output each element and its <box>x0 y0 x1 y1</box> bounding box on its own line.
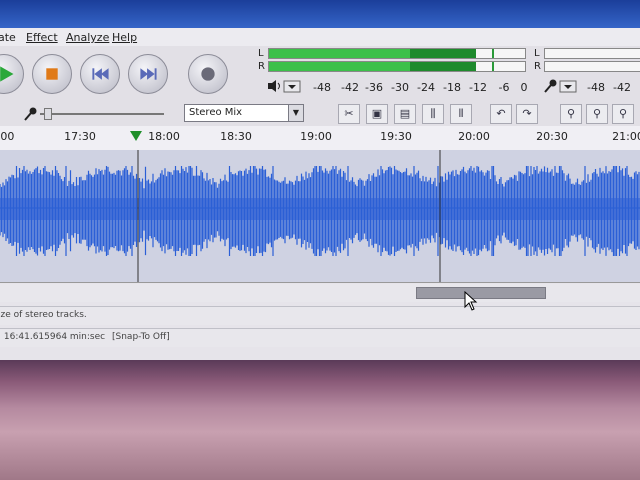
menu-analyze[interactable]: Analyze <box>66 31 109 44</box>
mouse-cursor-icon <box>464 291 478 311</box>
record-icon <box>201 67 215 81</box>
meter-left-bar <box>268 48 526 59</box>
audacity-window: ate Effect Analyze Help L R L R -48 -42 … <box>0 0 640 360</box>
meter-right-bar <box>268 61 526 72</box>
meter-tick-label: -24 <box>417 81 435 94</box>
horizontal-scrollbar[interactable] <box>0 284 640 302</box>
meter-tick-label: -30 <box>391 81 409 94</box>
stop-icon <box>46 68 58 80</box>
scissors-icon: ✂ <box>344 107 354 120</box>
zoom-in-icon: ⚲ <box>566 107 576 120</box>
trim-icon: ⫼ <box>430 107 436 120</box>
skip-start-icon <box>92 68 109 80</box>
timeline-tick-label: 21:00 <box>612 130 640 143</box>
record-meter-tick-label: -48 <box>587 81 605 94</box>
cursor-position: : 16:41.615964 min:sec <box>0 332 106 342</box>
play-button[interactable] <box>0 54 24 94</box>
input-source-value: Stereo Mix <box>189 107 243 118</box>
zoom-in-button[interactable]: ⚲ <box>560 104 582 124</box>
monitor-bezel-reflection <box>0 360 640 480</box>
menu-help[interactable]: Help <box>112 31 137 44</box>
meter2-left-label: L <box>534 48 540 59</box>
meter-tick-label: -36 <box>365 81 383 94</box>
paste-button[interactable]: ▤ <box>394 104 416 124</box>
audio-track[interactable] <box>0 150 640 283</box>
meter-tick-label: -18 <box>443 81 461 94</box>
play-position-marker-icon <box>130 131 142 141</box>
meter-tick-label: -6 <box>498 81 510 94</box>
meter-right-level <box>269 62 410 71</box>
meter2-right-label: R <box>534 61 541 72</box>
zoom-out-button[interactable]: ⚲ <box>586 104 608 124</box>
trim-outside-button[interactable]: ⫼ <box>422 104 444 124</box>
timeline-tick-label: 20:30 <box>536 130 568 143</box>
meter-left-level <box>269 49 410 58</box>
timeline-tick-label: 20:00 <box>458 130 490 143</box>
redo-button[interactable]: ↷ <box>516 104 538 124</box>
scrollbar-thumb[interactable] <box>416 287 546 299</box>
input-source-select[interactable]: Stereo Mix ▼ <box>184 104 304 122</box>
skip-end-icon <box>140 68 157 80</box>
status-message-bar: ize of stereo tracks. <box>0 306 640 325</box>
undo-icon: ↶ <box>496 107 506 120</box>
menu-create[interactable]: ate <box>0 31 16 44</box>
speaker-icon[interactable] <box>266 78 306 94</box>
meter-right-peak <box>491 62 494 71</box>
record-meter-right-bar <box>544 61 640 72</box>
silence-button[interactable]: ⫴ <box>450 104 472 124</box>
chevron-down-icon: ▼ <box>288 105 303 121</box>
meter-left-peak <box>491 49 494 58</box>
snap-status: [Snap-To Off] <box>112 332 170 342</box>
undo-button[interactable]: ↶ <box>490 104 512 124</box>
stop-button[interactable] <box>32 54 72 94</box>
copy-button[interactable]: ▣ <box>366 104 388 124</box>
slider-thumb[interactable] <box>44 108 52 120</box>
meter-tick-label: -48 <box>313 81 331 94</box>
mixer-edit-toolbar: Stereo Mix ▼ ✂ ▣ ▤ ⫼ ⫴ ↶ ↷ ⚲ ⚲ ⚲ <box>0 102 640 127</box>
meter-tick-label: -42 <box>341 81 359 94</box>
waveform <box>0 150 640 282</box>
timeline-tick-label: 7:00 <box>0 130 15 143</box>
timeline-tick-label: 19:00 <box>300 130 332 143</box>
timeline-tick-label: 19:30 <box>380 130 412 143</box>
timeline-tick-label: 17:30 <box>64 130 96 143</box>
menu-bar: ate Effect Analyze Help <box>0 28 640 46</box>
zoom-fit-icon: ⚲ <box>618 107 628 120</box>
silence-icon: ⫴ <box>458 107 464 120</box>
timeline-tick-label: 18:00 <box>148 130 180 143</box>
record-meter-left-bar <box>544 48 640 59</box>
skip-end-button[interactable] <box>128 54 168 94</box>
microphone-icon[interactable] <box>542 78 582 94</box>
meter-right-label: R <box>258 61 265 72</box>
meter-tick-label: 0 <box>520 81 528 94</box>
record-meter-tick-label: -42 <box>613 81 631 94</box>
status-position-bar: : 16:41.615964 min:sec [Snap-To Off] <box>0 328 640 347</box>
input-volume-icon <box>24 107 37 121</box>
title-bar <box>0 0 640 28</box>
playback-meter: L R L R -48 -42 -36 -30 -24 -18 -12 -6 0… <box>256 48 640 96</box>
play-icon <box>0 66 14 82</box>
status-message: ize of stereo tracks. <box>0 310 87 320</box>
record-button[interactable] <box>188 54 228 94</box>
redo-icon: ↷ <box>522 107 532 120</box>
paste-icon: ▤ <box>399 107 411 120</box>
meter-right-level-dark <box>410 62 477 71</box>
control-toolbar: L R L R -48 -42 -36 -30 -24 -18 -12 -6 0… <box>0 46 640 103</box>
trim-button[interactable]: ✂ <box>338 104 360 124</box>
input-volume-slider[interactable] <box>40 108 164 120</box>
timeline-tick-label: 18:30 <box>220 130 252 143</box>
menu-effect[interactable]: Effect <box>26 31 58 44</box>
meter-left-label: L <box>258 48 264 59</box>
meter-left-level-dark <box>410 49 477 58</box>
timeline-ruler[interactable]: 7:00 17:30 18:00 18:30 19:00 19:30 20:00 20:30 2… <box>0 126 640 151</box>
meter-tick-label: -12 <box>469 81 487 94</box>
skip-start-button[interactable] <box>80 54 120 94</box>
zoom-out-icon: ⚲ <box>592 107 602 120</box>
copy-icon: ▣ <box>371 107 383 120</box>
fit-selection-button[interactable]: ⚲ <box>612 104 634 124</box>
